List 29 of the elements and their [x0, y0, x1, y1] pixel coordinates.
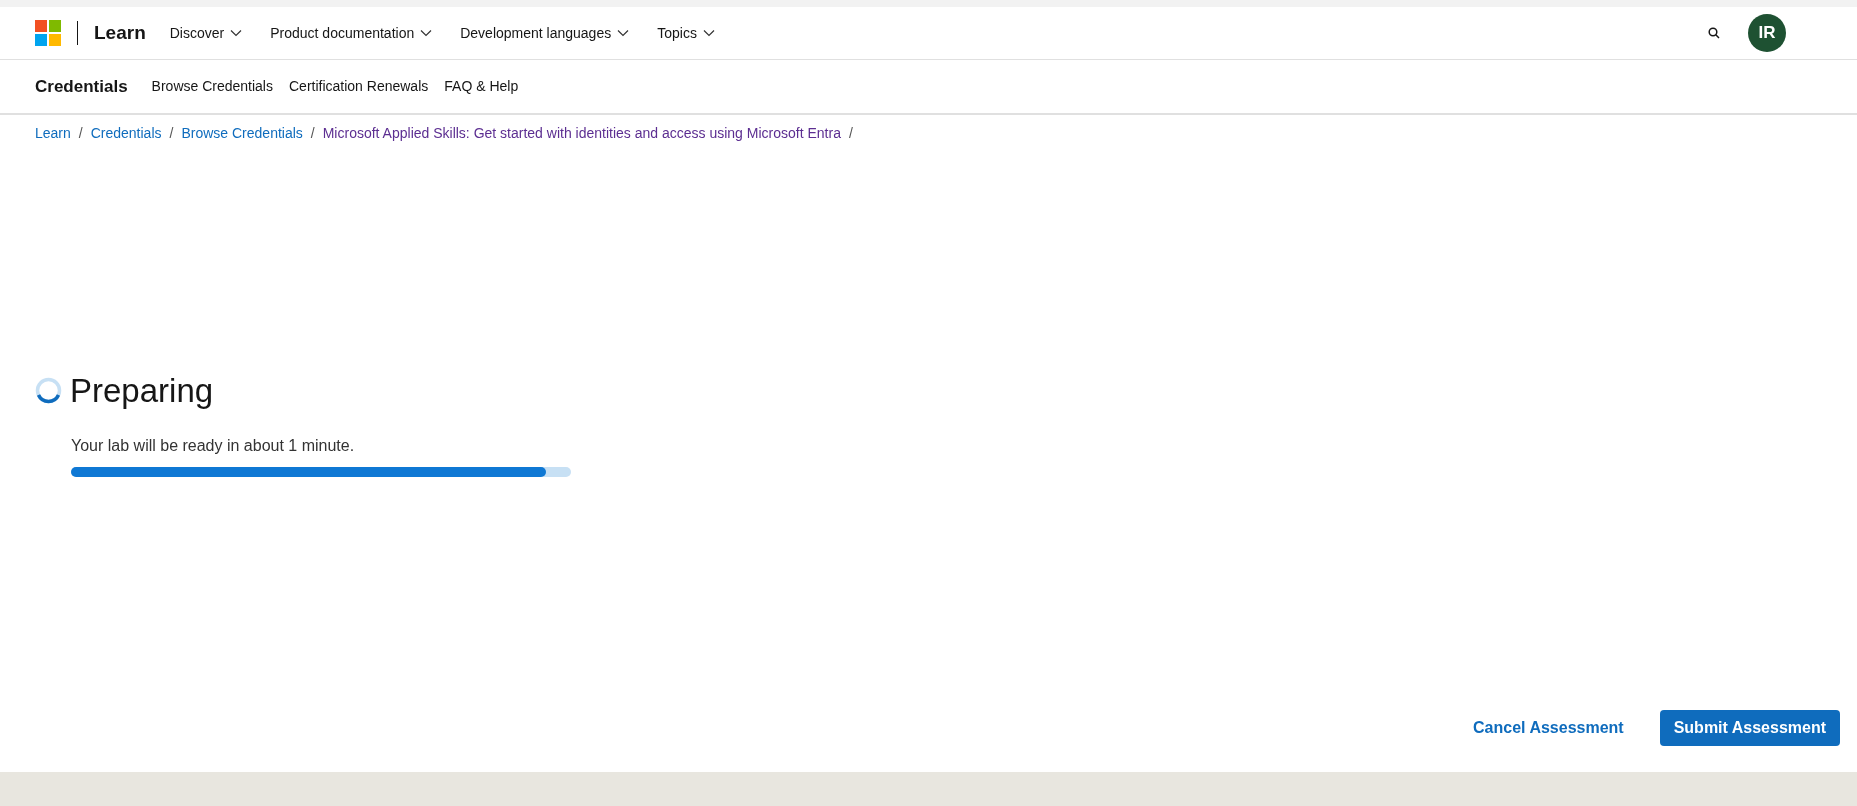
nav-menu-button[interactable]: Topics: [657, 22, 715, 44]
brand-link[interactable]: Learn: [94, 18, 146, 48]
status-title: Preparing: [70, 371, 214, 411]
breadcrumb-link[interactable]: Microsoft Applied Skills: Get started with identities and access using Microsoft Entra: [322, 123, 841, 144]
breadcrumb-link[interactable]: Learn: [35, 123, 71, 144]
chevron-down-icon: [230, 29, 243, 37]
breadcrumb-link[interactable]: Browse Credentials: [181, 123, 303, 144]
subnav-link[interactable]: Certification Renewals: [289, 76, 429, 97]
nav-menu-button[interactable]: Development languages: [460, 22, 630, 44]
breadcrumb-separator: /: [169, 124, 174, 143]
cancel-button[interactable]: Cancel Assessment: [1457, 708, 1640, 748]
nav-menu-button[interactable]: Product documentation: [270, 22, 433, 44]
search-icon[interactable]: [1708, 27, 1720, 39]
breadcrumb-separator: /: [78, 124, 83, 143]
submit-button[interactable]: Submit Assessment: [1659, 710, 1840, 746]
chevron-down-icon: [702, 29, 715, 37]
chevron-down-icon: [420, 29, 433, 37]
breadcrumb-separator: /: [848, 124, 853, 143]
spinner-icon: [35, 377, 62, 405]
user-avatar[interactable]: IR: [1748, 14, 1786, 52]
breadcrumb-separator: /: [310, 124, 315, 143]
four-squares-logo-icon[interactable]: [35, 20, 61, 46]
subnav-link[interactable]: FAQ & Help: [444, 76, 519, 97]
section-title: Credentials: [35, 75, 128, 98]
chevron-down-icon: [617, 29, 630, 37]
breadcrumb-link[interactable]: Credentials: [90, 123, 162, 144]
nav-menu-button[interactable]: Discover: [169, 22, 243, 44]
subnav-link[interactable]: Browse Credentials: [151, 76, 273, 97]
status-message: Your lab will be ready in about 1 minute.: [71, 435, 356, 456]
